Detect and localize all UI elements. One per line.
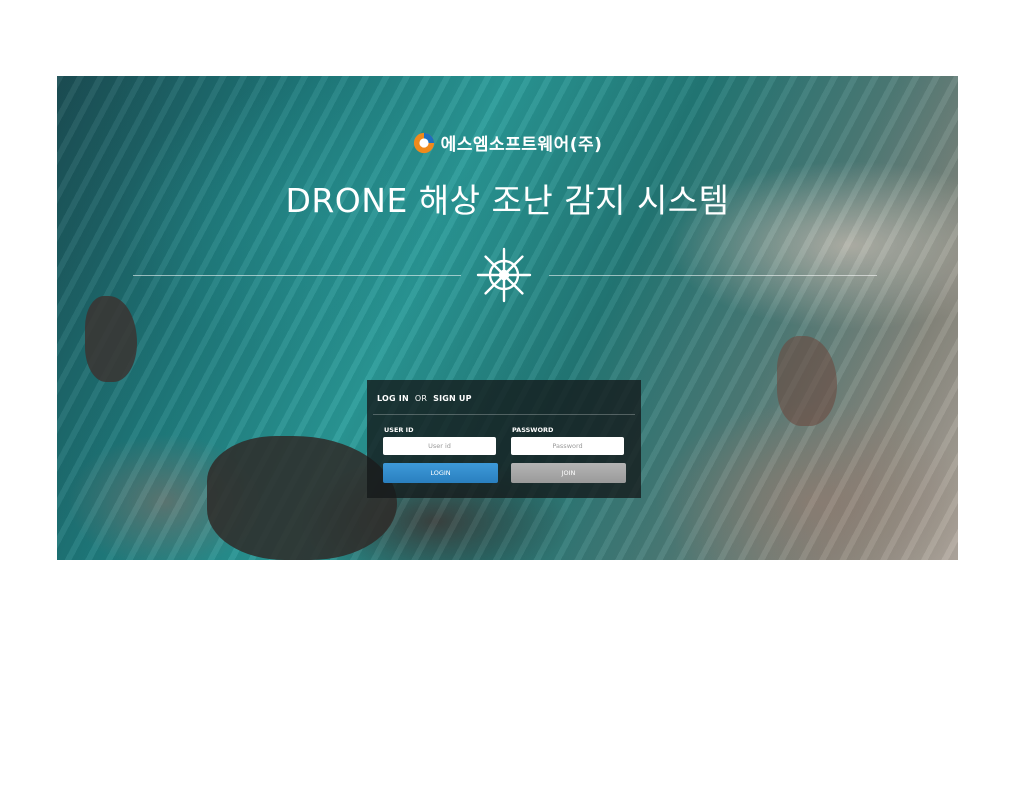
hero-background: 에스엠소프트웨어(주) DRONE 해상 조난 감지 시스템 LOG IN OR… bbox=[57, 76, 958, 560]
login-button[interactable]: LOGIN bbox=[383, 463, 498, 483]
brand-name: 에스엠소프트웨어(주) bbox=[440, 135, 603, 155]
user-id-input[interactable] bbox=[383, 437, 496, 455]
login-panel: LOG IN OR SIGN UP USER ID PASSWORD LOGIN… bbox=[367, 380, 641, 498]
divider-left bbox=[133, 275, 461, 276]
rock-decoration bbox=[777, 336, 837, 426]
user-id-label: USER ID bbox=[384, 426, 414, 434]
header-or-label: OR bbox=[414, 394, 428, 403]
password-label: PASSWORD bbox=[512, 426, 554, 434]
join-button[interactable]: JOIN bbox=[511, 463, 626, 483]
brand-logo-icon bbox=[413, 132, 434, 153]
rock-decoration bbox=[85, 296, 137, 382]
divider-right bbox=[549, 275, 877, 276]
ship-wheel-icon bbox=[476, 247, 532, 303]
header-login-label: LOG IN bbox=[377, 394, 409, 403]
panel-divider bbox=[373, 414, 635, 415]
panel-header: LOG IN OR SIGN UP bbox=[377, 394, 472, 403]
header-signup-label: SIGN UP bbox=[433, 394, 472, 403]
page-title: DRONE 해상 조난 감지 시스템 bbox=[285, 181, 730, 220]
brand: 에스엠소프트웨어(주) bbox=[57, 130, 958, 155]
password-input[interactable] bbox=[511, 437, 624, 455]
